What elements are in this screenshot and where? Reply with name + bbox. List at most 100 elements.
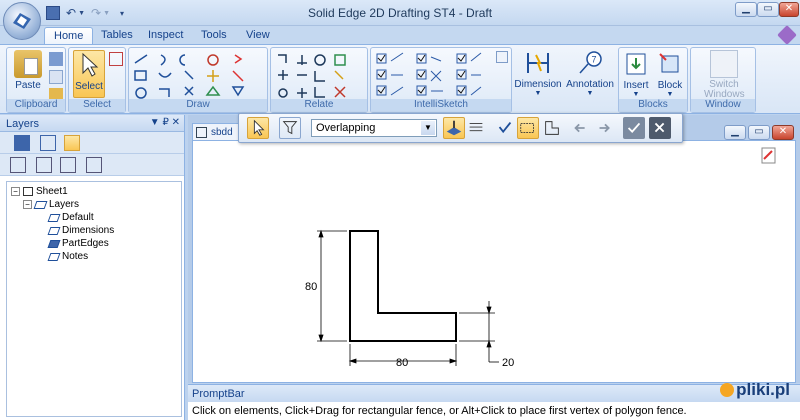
- doc-close-button[interactable]: ✕: [772, 125, 794, 140]
- application-button[interactable]: [3, 2, 41, 40]
- switch-windows-button[interactable]: Switch Windows: [693, 50, 755, 100]
- annotation-label: Annotation: [566, 79, 614, 90]
- cancel-x-icon[interactable]: [649, 117, 671, 139]
- help-minimize-button[interactable]: [712, 3, 734, 18]
- panel-pin-close-icon[interactable]: ▼ ₽ ✕: [150, 117, 180, 128]
- layer-icon: [47, 252, 61, 261]
- selection-filter-button[interactable]: [279, 117, 301, 139]
- previous-icon[interactable]: [570, 117, 592, 139]
- tree-label-layers: Layers: [49, 199, 80, 210]
- layers-toolbar-1: [0, 132, 184, 154]
- paste-label: Paste: [15, 80, 41, 91]
- balloon-annotation-icon: 7: [576, 49, 604, 77]
- document-area: sbdd ▁ ▭ ✕ 80 80 20: [188, 115, 800, 383]
- group-label-clipboard: Clipboard: [7, 99, 65, 112]
- layers-view-icon[interactable]: [14, 135, 30, 151]
- svg-text:7: 7: [592, 55, 597, 65]
- cut-icon[interactable]: [49, 52, 63, 66]
- group-clipboard: Paste Clipboard: [6, 47, 66, 113]
- new-layer-icon[interactable]: [10, 157, 26, 173]
- intellisketch-checkboxes[interactable]: [375, 51, 509, 101]
- draft-doc-icon: [196, 127, 207, 138]
- tab-tables[interactable]: Tables: [92, 27, 142, 44]
- hide-layer-icon[interactable]: [60, 157, 76, 173]
- drawing-canvas[interactable]: 80 80 20: [192, 140, 796, 383]
- doc-restore-button[interactable]: ▭: [748, 125, 770, 140]
- relate-tools-icons[interactable]: [275, 51, 365, 101]
- layers-panel: Layers ▼ ₽ ✕ − Sheet1 − Layers Default Dim…: [0, 115, 185, 420]
- paste-button[interactable]: Paste: [11, 50, 45, 91]
- chevron-down-icon: ▼: [421, 121, 435, 135]
- copy-icon[interactable]: [49, 70, 63, 84]
- dimension-button[interactable]: Dimension ▼: [514, 49, 562, 97]
- next-icon[interactable]: [594, 117, 616, 139]
- tab-inspect[interactable]: Inspect: [139, 27, 192, 44]
- dimension-label: Dimension: [514, 79, 562, 90]
- polygon-fence-button[interactable]: [541, 117, 563, 139]
- layers-panel-header: Layers ▼ ₽ ✕: [0, 115, 184, 132]
- layers-icon: [33, 200, 48, 209]
- prompt-bar-title: PromptBar: [188, 385, 800, 402]
- dimension-height-text: 80: [305, 281, 317, 293]
- group-relate: Relate: [270, 47, 368, 113]
- tree-item-layers[interactable]: − Layers: [23, 199, 79, 210]
- fence-option-select[interactable]: Overlapping ▼: [311, 119, 437, 137]
- help-icon[interactable]: [777, 25, 797, 45]
- delete-layer-icon[interactable]: [86, 157, 102, 173]
- multi-select-button[interactable]: [465, 117, 487, 139]
- rectangle-fence-button[interactable]: [517, 117, 539, 139]
- insert-button[interactable]: Insert ▼: [621, 50, 651, 98]
- document-tab[interactable]: sbdd: [192, 123, 242, 141]
- tab-view[interactable]: View: [237, 27, 279, 44]
- layers-tree-icon[interactable]: [40, 135, 56, 151]
- annotation-button[interactable]: 7 Annotation ▼: [564, 49, 616, 97]
- switch-windows-icon: [710, 50, 738, 78]
- block-button[interactable]: Block ▼: [655, 50, 685, 98]
- draw-tools-icons[interactable]: [133, 51, 265, 101]
- insert-label: Insert: [623, 80, 649, 91]
- select-tools-icon[interactable]: [109, 52, 123, 66]
- group-intellisketch: IntelliSketch: [370, 47, 512, 113]
- tab-home[interactable]: Home: [44, 27, 94, 44]
- switch-windows-label: Switch Windows: [704, 79, 745, 100]
- accept-selection-button[interactable]: [443, 117, 465, 139]
- dimension-thickness-text: 20: [502, 357, 514, 366]
- tree-label-sheet1: Sheet1: [36, 186, 68, 197]
- watermark-text: pliki.pl: [736, 380, 790, 399]
- document-tab-label: sbdd: [211, 127, 233, 138]
- tree-item-layer[interactable]: Dimensions: [47, 225, 115, 236]
- doc-minimize-button[interactable]: ▁: [724, 125, 746, 140]
- prompt-bar-text: Click on elements, Click+Drag for rectan…: [192, 405, 687, 417]
- quick-pick-icon[interactable]: [761, 147, 777, 165]
- group-label-intellisketch: IntelliSketch: [371, 99, 511, 112]
- tree-item-layer[interactable]: Default: [47, 212, 94, 223]
- layer-icon: [47, 226, 61, 235]
- smart-select-button[interactable]: [494, 117, 516, 139]
- ribbon: Paste Clipboard Select Select Draw Relat…: [0, 44, 800, 114]
- tree-item-layer[interactable]: PartEdges: [47, 238, 109, 249]
- window-title: Solid Edge 2D Drafting ST4 - Draft: [307, 6, 493, 20]
- layers-toolbar-2: [0, 154, 184, 176]
- intellisketch-options-icon[interactable]: [496, 51, 508, 63]
- maximize-button[interactable]: ▭: [757, 2, 779, 17]
- tree-label-default: Default: [62, 212, 94, 223]
- tree-item-sheet1[interactable]: − Sheet1: [11, 186, 68, 197]
- tree-label-notes: Notes: [62, 251, 89, 262]
- select-tool-button[interactable]: [247, 117, 269, 139]
- tree-item-layer[interactable]: Notes: [47, 251, 89, 262]
- show-layer-icon[interactable]: [36, 157, 52, 173]
- group-window: Switch Windows Window: [690, 47, 756, 113]
- dimension-width-text: 80: [396, 357, 408, 366]
- block-label: Block: [657, 80, 683, 91]
- select-button[interactable]: Select: [73, 50, 105, 98]
- document-window-buttons: ▁ ▭ ✕: [724, 125, 794, 140]
- solid-edge-logo-icon: [13, 13, 31, 29]
- layers-panel-title: Layers: [6, 118, 40, 130]
- minimize-button[interactable]: ▁: [735, 2, 757, 17]
- layers-tab-icon[interactable]: [64, 135, 80, 151]
- tab-tools[interactable]: Tools: [192, 27, 236, 44]
- close-button[interactable]: ✕: [779, 2, 799, 17]
- tree-label-dimensions: Dimensions: [62, 225, 115, 236]
- group-draw: Draw: [128, 47, 268, 113]
- accept-check-icon[interactable]: [623, 117, 645, 139]
